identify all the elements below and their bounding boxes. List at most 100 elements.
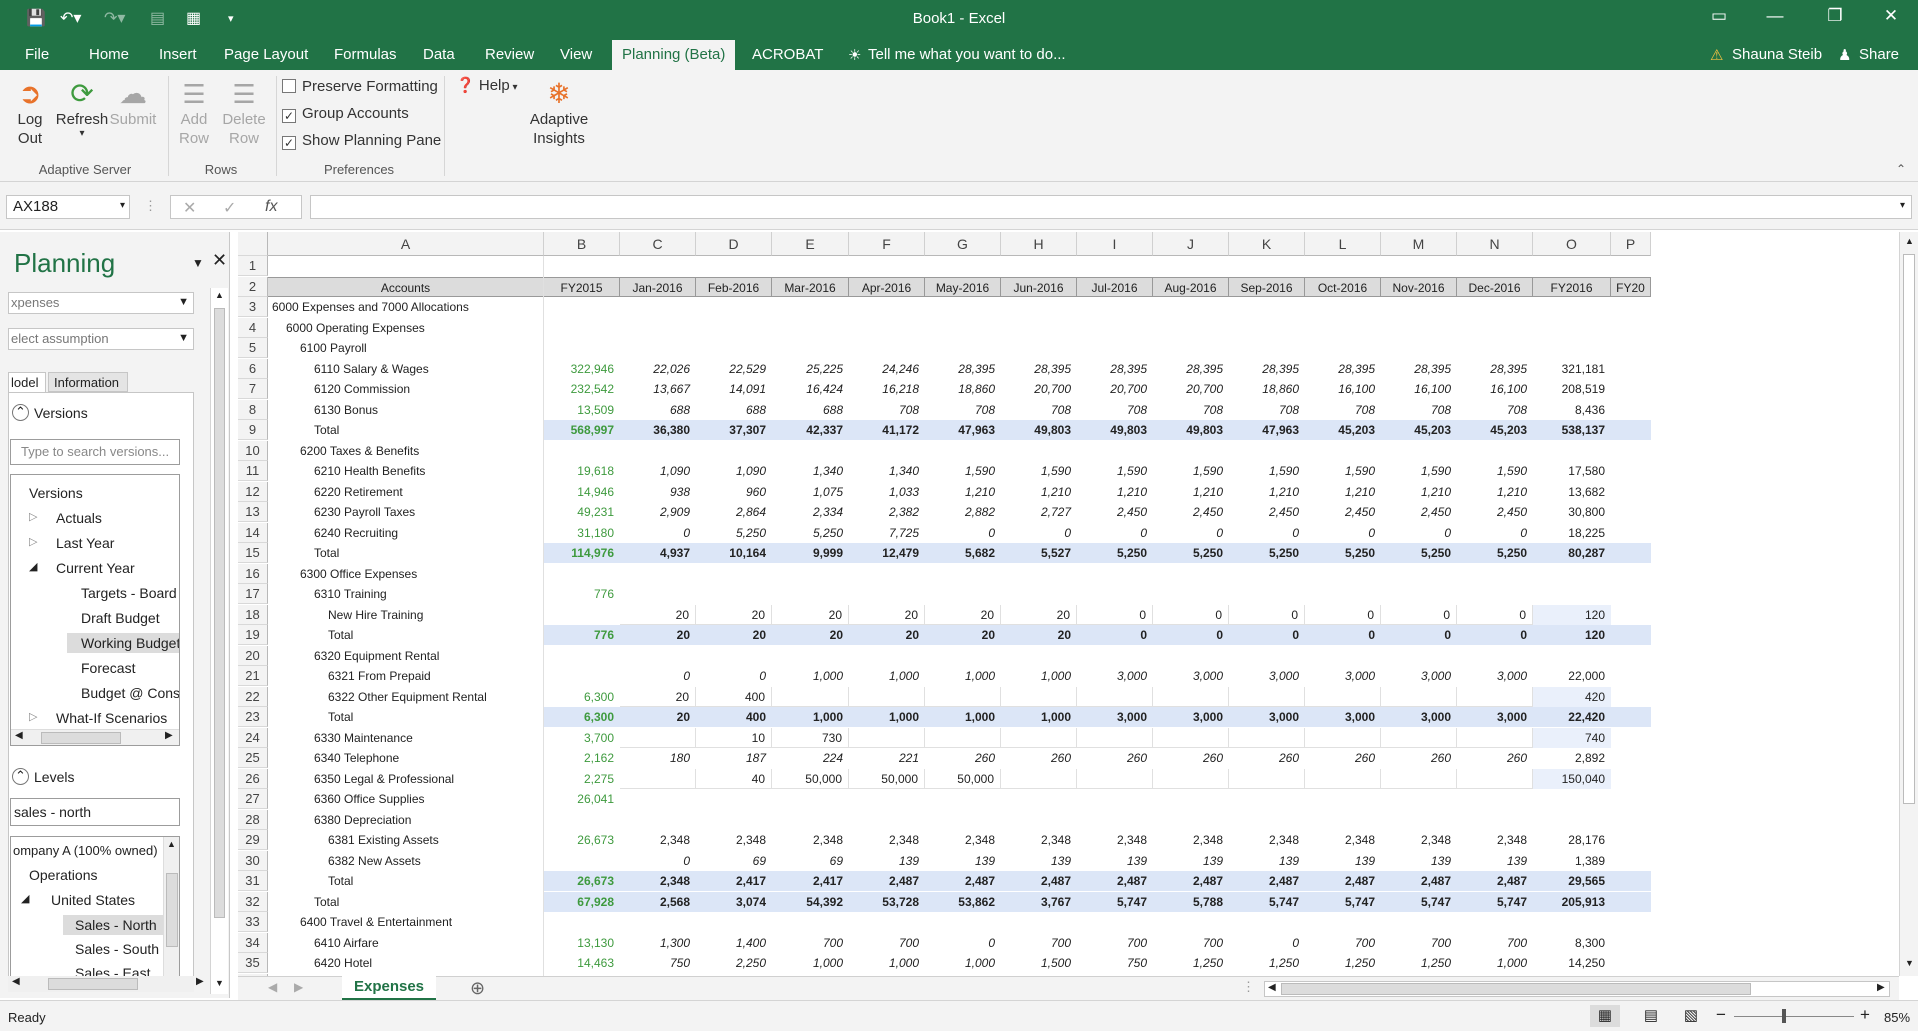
account-cell[interactable]: 6410 Airfare [268, 933, 544, 953]
month-cell[interactable]: 2,348 [1305, 830, 1381, 850]
month-cell[interactable]: 2,882 [925, 502, 1001, 522]
account-cell[interactable]: Total [268, 707, 544, 727]
add-sheet-icon[interactable]: ⊕ [470, 978, 485, 999]
month-cell[interactable]: 139 [1457, 851, 1533, 871]
month-cell[interactable]: 2,487 [1381, 871, 1457, 891]
month-cell[interactable]: 0 [1229, 625, 1305, 645]
column-title-cell[interactable]: FY20 [1611, 276, 1651, 297]
month-cell[interactable]: 1,000 [849, 666, 925, 686]
month-cell[interactable]: 2,250 [696, 953, 772, 973]
row-header[interactable]: 4 [238, 317, 268, 338]
tree-item[interactable]: Operations [29, 867, 97, 883]
month-cell[interactable] [925, 727, 1001, 748]
levels-scrollbar[interactable]: ▲ [163, 837, 179, 977]
row-header[interactable]: 2 [238, 276, 268, 297]
scroll-up-icon[interactable]: ▲ [215, 290, 224, 300]
month-cell[interactable]: 260 [925, 748, 1001, 768]
month-cell[interactable]: 1,210 [925, 482, 1001, 502]
month-cell[interactable]: 0 [1153, 523, 1229, 543]
month-cell[interactable]: 9,999 [772, 543, 849, 563]
column-title-cell[interactable]: Nov-2016 [1381, 276, 1457, 297]
month-cell[interactable]: 2,450 [1077, 502, 1153, 522]
fy20-cell[interactable] [1611, 687, 1651, 707]
account-cell[interactable]: 6400 Travel & Entertainment [268, 912, 544, 932]
month-cell[interactable]: 1,250 [1381, 953, 1457, 973]
account-cell[interactable]: Total [268, 871, 544, 891]
month-cell[interactable]: 5,682 [925, 543, 1001, 563]
fy20-cell[interactable] [1611, 482, 1651, 502]
scroll-left-icon[interactable]: ◀ [12, 976, 20, 987]
month-cell[interactable]: 10 [696, 727, 772, 748]
month-cell[interactable]: 0 [1457, 523, 1533, 543]
column-header[interactable]: A [268, 232, 544, 256]
month-cell[interactable]: 13,667 [620, 379, 696, 399]
month-cell[interactable]: 3,000 [1153, 666, 1229, 686]
month-cell[interactable]: 730 [772, 727, 849, 748]
month-cell[interactable]: 22,026 [620, 359, 696, 379]
month-cell[interactable]: 2,864 [696, 502, 772, 522]
month-cell[interactable]: 260 [1305, 748, 1381, 768]
month-cell[interactable]: 180 [620, 748, 696, 768]
fy2015-cell[interactable]: 776 [544, 625, 620, 645]
tree-item-selected[interactable]: Working Budget [67, 633, 179, 653]
column-header[interactable]: D [696, 232, 772, 256]
month-cell[interactable]: 3,000 [1457, 666, 1533, 686]
month-cell[interactable]: 24,246 [849, 359, 925, 379]
column-title-cell[interactable]: Sep-2016 [1229, 276, 1305, 297]
month-cell[interactable]: 139 [1229, 851, 1305, 871]
grid-vscrollbar[interactable]: ▲ ▼ [1899, 232, 1918, 976]
account-cell[interactable]: Total [268, 625, 544, 645]
month-cell[interactable]: 2,487 [1457, 871, 1533, 891]
month-cell[interactable]: 2,417 [696, 871, 772, 891]
close-icon[interactable]: ✕ [1868, 6, 1914, 26]
month-cell[interactable] [1457, 686, 1533, 707]
month-cell[interactable]: 2,417 [772, 871, 849, 891]
month-cell[interactable]: 20 [1001, 604, 1077, 625]
account-cell[interactable]: 6230 Payroll Taxes [268, 502, 544, 522]
month-cell[interactable] [1381, 727, 1457, 748]
month-cell[interactable]: 12,479 [849, 543, 925, 563]
fy2015-cell[interactable]: 114,976 [544, 543, 620, 563]
month-cell[interactable]: 960 [696, 482, 772, 502]
fy20-cell[interactable] [1611, 871, 1651, 891]
month-cell[interactable]: 2,450 [1153, 502, 1229, 522]
account-cell[interactable]: 6310 Training [268, 584, 544, 604]
month-cell[interactable]: 1,000 [925, 707, 1001, 727]
month-cell[interactable]: 16,100 [1305, 379, 1381, 399]
fy2016-cell[interactable]: 18,225 [1533, 523, 1611, 543]
month-cell[interactable]: 1,000 [849, 707, 925, 727]
month-cell[interactable]: 700 [849, 933, 925, 953]
month-cell[interactable]: 28,395 [925, 359, 1001, 379]
fy2016-cell[interactable]: 80,287 [1533, 543, 1611, 563]
month-cell[interactable]: 1,340 [772, 461, 849, 481]
month-cell[interactable]: 16,424 [772, 379, 849, 399]
page-layout-view-icon[interactable]: ▤ [1636, 1005, 1666, 1027]
column-title-cell[interactable]: Mar-2016 [772, 276, 849, 297]
row-header[interactable]: 28 [238, 809, 268, 830]
month-cell[interactable]: 750 [620, 953, 696, 973]
month-cell[interactable] [1077, 727, 1153, 748]
tab-insert[interactable]: Insert [159, 46, 197, 63]
tab-planning[interactable]: Planning (Beta) [612, 40, 736, 70]
fy2015-cell[interactable]: 776 [544, 584, 620, 604]
month-cell[interactable]: 10,164 [696, 543, 772, 563]
version-search-input[interactable]: Type to search versions... [10, 439, 180, 465]
scroll-down-icon[interactable]: ▼ [1905, 958, 1914, 968]
fy20-cell[interactable] [1611, 461, 1651, 481]
month-cell[interactable]: 5,250 [696, 523, 772, 543]
column-title-cell[interactable]: Aug-2016 [1153, 276, 1229, 297]
row-header[interactable]: 12 [238, 481, 268, 502]
month-cell[interactable]: 708 [849, 400, 925, 420]
month-cell[interactable]: 7,725 [849, 523, 925, 543]
account-cell[interactable]: 6320 Equipment Rental [268, 646, 544, 666]
month-cell[interactable]: 2,348 [925, 830, 1001, 850]
row-header[interactable]: 6 [238, 358, 268, 379]
month-cell[interactable]: 1,000 [772, 666, 849, 686]
month-cell[interactable]: 0 [925, 933, 1001, 953]
month-cell[interactable]: 708 [1305, 400, 1381, 420]
account-cell[interactable]: 6330 Maintenance [268, 728, 544, 748]
month-cell[interactable]: 1,590 [1305, 461, 1381, 481]
month-cell[interactable]: 1,210 [1153, 482, 1229, 502]
month-cell[interactable] [1229, 768, 1305, 789]
account-cell[interactable]: 6100 Payroll [268, 338, 544, 358]
